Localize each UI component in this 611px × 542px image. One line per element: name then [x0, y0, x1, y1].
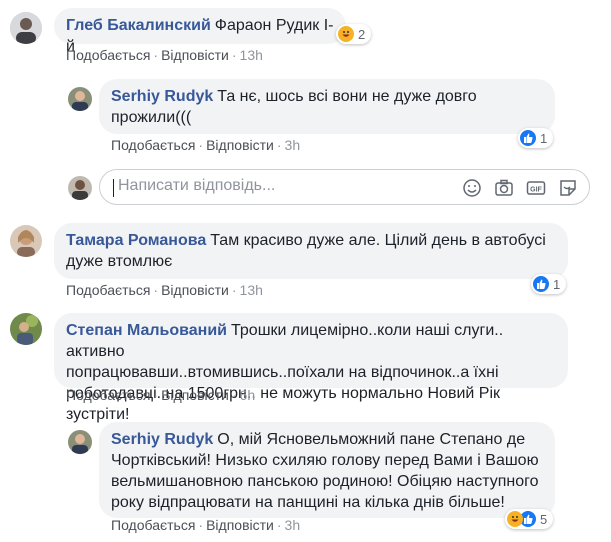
- timestamp[interactable]: 13h: [240, 282, 263, 298]
- timestamp[interactable]: 3h: [285, 517, 301, 533]
- comment-bubble: Serhiy Rudyk Та нє, шось всі вони не дуже…: [99, 79, 555, 134]
- reaction-count: 1: [553, 276, 561, 292]
- comment-reply: Serhiy Rudyk О, мій Ясновельможний пане С…: [0, 415, 611, 542]
- reply-input-box[interactable]: GIF: [99, 169, 590, 205]
- comment-author[interactable]: Степан Мальований: [66, 322, 227, 339]
- camera-icon[interactable]: [494, 178, 514, 198]
- comment-text-line: Там красиво дуже але. Цілий день в автоб…: [210, 232, 546, 249]
- like-link[interactable]: Подобається: [66, 47, 150, 63]
- like-link[interactable]: Подобається: [66, 387, 150, 403]
- reply-input[interactable]: [116, 176, 420, 196]
- haha-reaction-icon: [507, 511, 523, 527]
- timestamp[interactable]: 6h: [240, 387, 256, 403]
- comment-text-line: вельмишановною панською родиною! Обіцяю …: [111, 473, 539, 490]
- profile-photo-icon: [10, 313, 42, 345]
- comment-text-line: року відпрацювати на панщині на кілька д…: [111, 494, 505, 511]
- like-reaction-icon: [520, 130, 536, 146]
- comment-author[interactable]: Глеб Бакалинский: [66, 17, 211, 34]
- comment-text-line: прожили(((: [111, 109, 192, 126]
- profile-photo-icon: [10, 225, 42, 257]
- timestamp[interactable]: 13h: [240, 47, 263, 63]
- text-cursor: [113, 179, 114, 197]
- comment-bubble: Степан Мальований Трошки лицемірно..коли …: [54, 313, 568, 423]
- like-link[interactable]: Подобається: [111, 137, 195, 153]
- comment-text-line: дуже втомлює: [66, 253, 173, 270]
- avatar[interactable]: [68, 430, 92, 454]
- emoji-icon[interactable]: [462, 178, 482, 198]
- current-user-avatar: [68, 176, 92, 200]
- reply-link[interactable]: Відповісти: [206, 137, 274, 153]
- reaction-count: 1: [540, 130, 548, 146]
- comment-bubble: Serhiy Rudyk О, мій Ясновельможний пане С…: [99, 422, 555, 518]
- like-link[interactable]: Подобається: [66, 282, 150, 298]
- sticker-icon[interactable]: [558, 178, 578, 198]
- comment-bubble: Тамара Романова Там красиво дуже але. Ціл…: [54, 223, 568, 279]
- reaction-count-badge[interactable]: 1: [531, 274, 567, 294]
- comment: Глеб Бакалинский Фараон Рудик І-й 2 Подоб…: [0, 0, 611, 70]
- avatar[interactable]: [10, 225, 42, 257]
- avatar[interactable]: [10, 313, 42, 345]
- comment-author[interactable]: Serhiy Rudyk: [111, 88, 213, 105]
- gif-icon[interactable]: GIF: [526, 178, 546, 198]
- avatar[interactable]: [68, 87, 92, 111]
- comment-text-line: Та нє, шось всі вони не дуже довго: [217, 88, 477, 105]
- reaction-count-badge[interactable]: 5: [505, 509, 554, 529]
- comment-actions: Подобається · Відповісти · 6h: [66, 387, 256, 403]
- timestamp[interactable]: 3h: [285, 137, 301, 153]
- profile-photo-icon: [68, 87, 92, 111]
- comment-author[interactable]: Тамара Романова: [66, 232, 206, 249]
- haha-reaction-icon: [338, 26, 354, 42]
- reaction-count-badge[interactable]: 1: [518, 128, 554, 148]
- reply-link[interactable]: Відповісти: [206, 517, 274, 533]
- comment-reply: Serhiy Rudyk Та нє, шось всі вони не дуже…: [0, 70, 611, 160]
- comment-actions: Подобається · Відповісти · 3h: [111, 137, 301, 153]
- reaction-count: 2: [358, 26, 366, 42]
- profile-photo-icon: [10, 12, 42, 44]
- comment-actions: Подобається · Відповісти · 13h: [66, 47, 263, 63]
- like-link[interactable]: Подобається: [111, 517, 195, 533]
- comment-text-line: О, мій Ясновельможний пане Степано де: [217, 431, 526, 448]
- comment-actions: Подобається · Відповісти · 13h: [66, 282, 263, 298]
- comment-text-line: попрацювавши..втомившись..поїхали на від…: [66, 364, 499, 381]
- svg-text:GIF: GIF: [530, 187, 542, 194]
- comment-actions: Подобається · Відповісти · 3h: [111, 517, 301, 533]
- reply-link[interactable]: Відповісти: [161, 282, 229, 298]
- comment-bubble: Глеб Бакалинский Фараон Рудик І-й: [54, 8, 346, 55]
- reply-link[interactable]: Відповісти: [161, 47, 229, 63]
- comment-text-line: Чортківський! Низько схиляю голову перед…: [111, 452, 539, 469]
- comment: Тамара Романова Там красиво дуже але. Ціл…: [0, 215, 611, 305]
- reaction-count: 5: [540, 511, 548, 527]
- profile-photo-icon: [68, 176, 92, 200]
- like-reaction-icon: [533, 276, 549, 292]
- comment: Степан Мальований Трошки лицемірно..коли …: [0, 305, 611, 423]
- reply-link[interactable]: Відповісти: [161, 387, 229, 403]
- reaction-count-badge[interactable]: 2: [336, 24, 372, 44]
- profile-photo-icon: [68, 430, 92, 454]
- avatar[interactable]: [10, 12, 42, 44]
- comment-author[interactable]: Serhiy Rudyk: [111, 431, 213, 448]
